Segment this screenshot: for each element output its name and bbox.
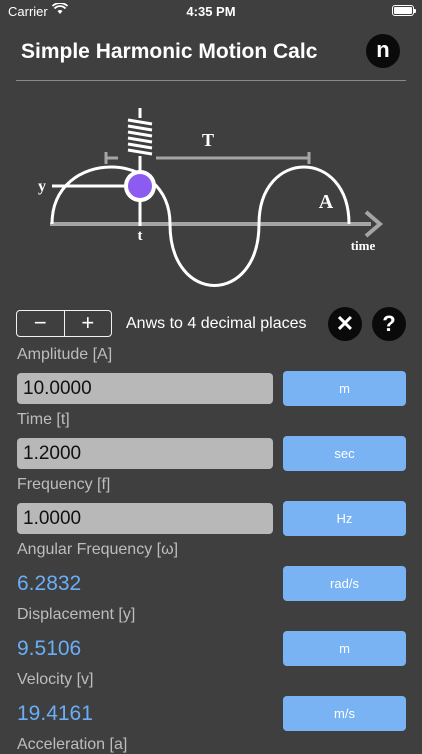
frequency-field-label: Frequency [f] [17, 476, 111, 493]
period-label: T [202, 130, 214, 150]
help-icon: ? [382, 311, 396, 336]
displacement-result: 9.5106 [17, 637, 82, 660]
displacement-field-label: Displacement [y] [17, 606, 136, 623]
time-field-label: Time [t] [17, 411, 70, 428]
angular-frequency-result: 6.2832 [17, 572, 82, 595]
time-input[interactable]: 1.2000 [17, 438, 273, 469]
decimal-stepper[interactable]: − + [16, 310, 112, 337]
frequency-unit-button[interactable]: Hz [283, 501, 406, 536]
increase-decimals-button[interactable]: + [63, 311, 112, 336]
time-axis-label: time [351, 238, 376, 253]
decimal-places-label: Anws to 4 decimal places [126, 315, 307, 332]
displacement-unit-button[interactable]: m [283, 631, 406, 666]
amplitude-label: A [319, 191, 334, 213]
displacement-label: y [38, 178, 46, 195]
time-unit-button[interactable]: sec [283, 436, 406, 471]
time-marker-label: t [138, 228, 143, 244]
battery-icon [392, 5, 416, 16]
amplitude-field-label: Amplitude [A] [17, 346, 113, 363]
angular-frequency-field-label: Angular Frequency [ω] [17, 541, 179, 558]
velocity-field-label: Velocity [v] [17, 671, 94, 688]
status-bar: Carrier 4:35 PM [0, 0, 422, 22]
frequency-input[interactable]: 1.0000 [17, 503, 273, 534]
acceleration-field-label: Acceleration [a] [17, 736, 128, 753]
app-logo-icon[interactable]: n [366, 34, 400, 68]
velocity-result: 19.4161 [17, 702, 93, 725]
angular-frequency-unit-button[interactable]: rad/s [283, 566, 406, 601]
help-button[interactable]: ? [372, 307, 406, 341]
velocity-unit-button[interactable]: m/s [283, 696, 406, 731]
header-divider [16, 80, 406, 81]
shm-diagram: T t y A time [38, 108, 384, 287]
clear-button[interactable]: ✕ [328, 307, 362, 341]
decrease-decimals-button[interactable]: − [17, 311, 64, 336]
close-icon: ✕ [335, 311, 355, 336]
amplitude-unit-button[interactable]: m [283, 371, 406, 406]
mass-ball-icon [124, 170, 156, 202]
app-title: Simple Harmonic Motion Calc [21, 40, 318, 63]
status-time: 4:35 PM [186, 4, 236, 19]
amplitude-input[interactable]: 10.0000 [17, 373, 273, 404]
